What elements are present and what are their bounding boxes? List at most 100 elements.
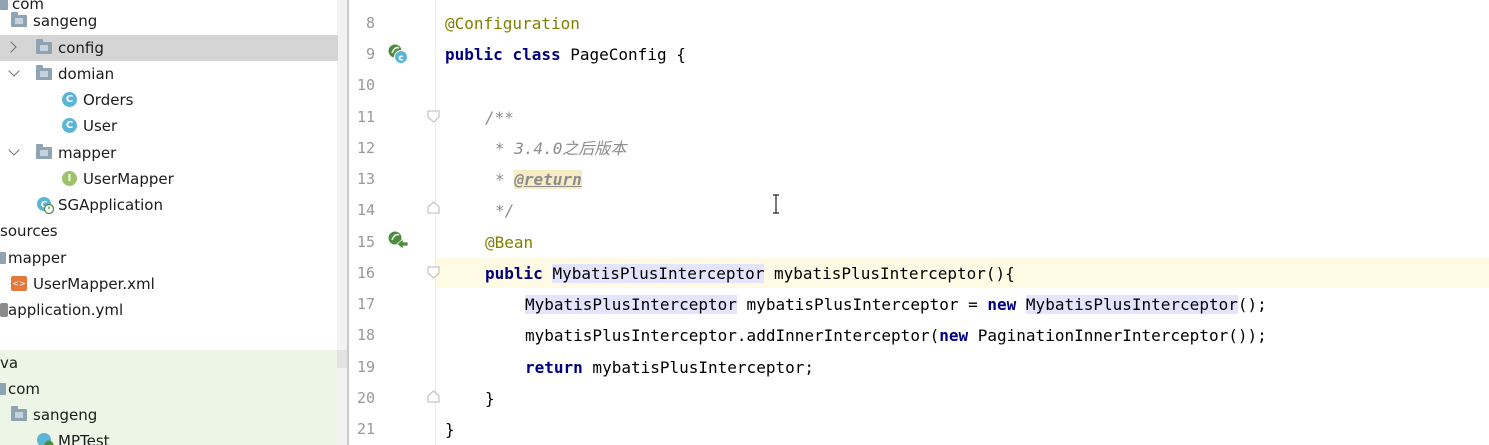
code-line-14[interactable]: */ xyxy=(495,195,514,226)
tree-item-config[interactable]: config xyxy=(0,35,338,61)
doc-comment-token: /** xyxy=(485,108,514,127)
tree-item-usermapper[interactable]: I UserMapper xyxy=(0,166,338,192)
spring-config-gutter-icon[interactable]: c xyxy=(387,43,409,65)
tree-item-label: SGApplication xyxy=(58,196,163,214)
keyword-token: class xyxy=(512,45,561,64)
variable-token: mybatisPlusInterceptor = xyxy=(736,295,988,314)
spring-boot-class-icon: C xyxy=(36,196,55,215)
tree-item-label: domian xyxy=(58,65,115,83)
variable-token: mybatisPlusInterceptor; xyxy=(582,358,814,377)
tree-item-label: Orders xyxy=(83,91,134,109)
tree-item-user[interactable]: C User xyxy=(0,113,338,139)
chevron-down-icon[interactable] xyxy=(8,65,20,77)
method-token: mybatisPlusInterceptor(){ xyxy=(764,264,1015,283)
line-number: 9 xyxy=(365,45,375,63)
code-line-11[interactable]: /** xyxy=(485,102,514,133)
tree-item-label: MPTest xyxy=(58,432,110,445)
tree-item-label: UserMapper.xml xyxy=(33,275,155,293)
code-line-15[interactable]: @Bean xyxy=(485,227,533,258)
code-line-18[interactable]: mybatisPlusInterceptor.addInnerIntercept… xyxy=(525,320,1267,351)
tree-item-sangeng-test[interactable]: sangeng xyxy=(0,402,338,428)
annotation-token: @Bean xyxy=(485,233,534,252)
tree-item-label: sangeng xyxy=(33,406,98,424)
tree-item-label: va xyxy=(0,354,19,372)
tree-item-label: application.yml xyxy=(8,301,124,319)
line-number: 21 xyxy=(356,420,375,438)
tree-item-label: config xyxy=(58,39,104,57)
tree-item-com-test[interactable]: com xyxy=(0,376,338,402)
tree-scrollbar-thumb[interactable] xyxy=(337,350,347,368)
line-number: 12 xyxy=(356,139,375,157)
doc-comment-token: */ xyxy=(495,201,515,220)
code-line-17[interactable]: MybatisPlusInterceptor mybatisPlusInterc… xyxy=(525,289,1267,320)
tree-item-label: mapper xyxy=(58,144,117,162)
type-token: MybatisPlusInterceptor xyxy=(552,264,765,283)
keyword-token: public xyxy=(485,264,543,283)
code-line-9[interactable]: public class PageConfig { xyxy=(445,39,686,70)
gutter-divider xyxy=(435,0,436,445)
package-icon xyxy=(11,406,27,421)
class-name-token: PageConfig { xyxy=(570,45,686,64)
chevron-down-icon[interactable] xyxy=(8,144,20,156)
tree-item-label: com xyxy=(8,380,41,398)
tree-item-application-yml[interactable]: application.yml xyxy=(0,297,338,323)
fold-marker-icon[interactable] xyxy=(427,201,440,214)
code-line-16[interactable]: public MybatisPlusInterceptor mybatisPlu… xyxy=(485,258,1015,289)
project-tree: com sangeng config domian C Orders C Use… xyxy=(0,0,348,445)
tree-item-java[interactable]: va xyxy=(0,350,338,376)
interface-icon: I xyxy=(62,171,77,186)
brace-token: } xyxy=(485,389,495,408)
tree-scrollbar[interactable] xyxy=(337,0,347,445)
line-number: 10 xyxy=(356,76,375,94)
javadoc-tag-token: @return xyxy=(514,170,582,189)
tree-item-resources[interactable]: sources xyxy=(0,218,338,244)
tree-item-domian[interactable]: domian xyxy=(0,61,338,87)
line-number: 14 xyxy=(356,201,375,219)
spring-bean-gutter-icon[interactable] xyxy=(387,230,409,252)
tree-item-sgapplication[interactable]: C SGApplication xyxy=(0,192,338,218)
code-line-13[interactable]: * @return xyxy=(495,164,582,195)
type-token: MybatisPlusInterceptor xyxy=(1025,295,1238,314)
class-icon: C xyxy=(62,92,77,107)
line-number: 11 xyxy=(356,108,375,126)
keyword-token: public xyxy=(445,45,503,64)
code-editor[interactable]: 8 9 10 11 12 13 14 15 16 17 18 19 20 21 … xyxy=(349,0,1489,445)
code-line-8[interactable]: @Configuration xyxy=(445,8,580,39)
code-line-20[interactable]: } xyxy=(485,383,495,414)
annotation-token: @Configuration xyxy=(445,14,580,33)
tree-item-mapper-folder[interactable]: mapper xyxy=(0,245,338,271)
chevron-right-icon[interactable] xyxy=(5,41,17,53)
fold-marker-icon[interactable] xyxy=(427,110,440,123)
keyword-token: new xyxy=(939,326,969,345)
line-number: 16 xyxy=(356,264,375,282)
package-icon xyxy=(11,12,27,27)
package-icon xyxy=(36,39,52,54)
type-token: PaginationInnerInterceptor()); xyxy=(968,326,1267,345)
tree-item-mptest[interactable]: MPTest xyxy=(0,428,338,445)
code-line-19[interactable]: return mybatisPlusInterceptor; xyxy=(525,352,814,383)
tree-item-mapper[interactable]: mapper xyxy=(0,140,338,166)
tree-item-orders[interactable]: C Orders xyxy=(0,87,338,113)
fold-marker-icon[interactable] xyxy=(427,266,440,279)
tree-item-label: mapper xyxy=(8,249,67,267)
fold-marker-icon[interactable] xyxy=(427,390,440,403)
code-line-12[interactable]: * 3.4.0之后版本 xyxy=(495,133,626,164)
keyword-token: return xyxy=(525,358,583,377)
tree-item-usermapper-xml[interactable]: <> UserMapper.xml xyxy=(0,271,338,297)
xml-file-icon: <> xyxy=(11,276,27,291)
tree-item-label: sources xyxy=(0,222,58,240)
tree-item-label: UserMapper xyxy=(83,170,174,188)
package-icon xyxy=(36,144,52,159)
code-line-21[interactable]: } xyxy=(445,414,455,445)
brace-token: } xyxy=(445,420,455,439)
line-number: 18 xyxy=(356,326,375,344)
line-number: 20 xyxy=(356,389,375,407)
test-class-icon xyxy=(36,432,54,445)
tree-item-sangeng[interactable]: sangeng xyxy=(0,8,338,34)
line-number: 17 xyxy=(356,295,375,313)
punctuation-token: (); xyxy=(1237,295,1267,314)
